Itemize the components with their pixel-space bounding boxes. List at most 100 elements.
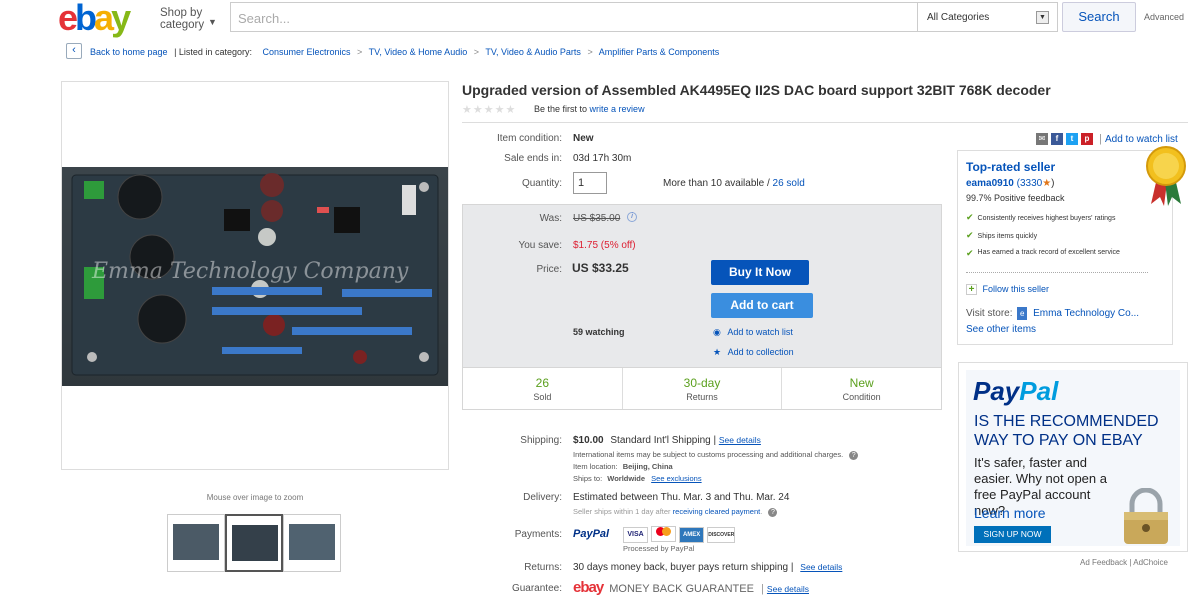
see-exclusions-link[interactable]: See exclusions [651,474,701,483]
quantity-input[interactable]: 1 [573,172,607,194]
availability-separator: / [766,178,770,189]
visit-store-label: Visit store: [966,308,1013,319]
search-input[interactable]: Search... [230,2,918,32]
location-value: Beijing, China [622,462,673,471]
stat-label: Sold [533,392,552,402]
location-label: Item location: [573,462,618,471]
was-price: US $35.00 [573,213,621,224]
check-icon: ✔ [966,212,974,222]
returns-row: 30 days money back, buyer pays return sh… [573,562,842,573]
star-icon: ★ [713,347,722,357]
padlock-icon [1124,488,1168,544]
advanced-search-link[interactable]: Advanced [1144,12,1184,22]
watching-count: 59 watching [573,327,625,337]
thumbnail-1[interactable] [167,514,225,572]
thumbnail-2[interactable] [225,514,283,572]
processed-by: Processed by PayPal [623,544,695,553]
seller-point: ✔ Consistently receives highest buyers' r… [966,212,1141,223]
stat-label: Condition [842,392,881,402]
delivery-estimate: Estimated between Thu. Mar. 3 and Thu. M… [573,492,790,503]
see-other-items-link[interactable]: See other items [966,324,1036,335]
stat-condition: New Condition [782,368,941,409]
condition-value: New [573,133,594,144]
payments-label: Payments: [514,529,562,540]
ships-to-value: Worldwide [607,474,646,483]
product-image[interactable]: Emma Technology Company [61,81,449,470]
paypal-ad[interactable]: PayPal IS THE RECOMMENDED WAY TO PAY ON … [958,362,1188,552]
twitter-icon[interactable]: t [1066,133,1078,146]
stat-sold: 26 Sold [463,368,623,409]
ships-to: Ships to: Worldwide See exclusions [573,474,702,483]
add-to-cart-button[interactable]: Add to cart [711,293,813,318]
seller-name-link[interactable]: eama0910 [966,178,1014,189]
pinterest-icon[interactable]: p [1081,133,1093,146]
ebay-logo[interactable]: ebay [58,0,154,36]
ends-label: Sale ends in: [504,153,562,164]
watch-list-row[interactable]: ◉ Add to watch list [713,327,793,338]
store-link[interactable]: Emma Technology Co... [1033,308,1139,319]
returns-label: Returns: [524,562,562,573]
info-icon[interactable]: i [627,212,637,222]
sign-up-button[interactable]: SIGN UP NOW [974,526,1051,543]
follow-seller-link[interactable]: Follow this seller [983,284,1050,294]
add-collection-link[interactable]: Add to collection [728,347,794,357]
be-first-text: Be the first to [534,104,588,114]
guarantee-see-details-link[interactable]: See details [767,584,809,594]
learn-more-link[interactable]: Learn more [974,505,1046,521]
current-price: US $33.25 [572,261,629,275]
ad-feedback-link[interactable]: Ad Feedback [1080,558,1127,567]
rating-stars-icon: ★★★★★ [462,104,517,116]
positive-feedback: 99.7% Positive feedback [966,193,1065,203]
category-select[interactable]: All Categories ▼ [918,2,1058,32]
chevron-down-icon: ▼ [208,17,217,27]
shipping-row: $10.00 Standard Int'l Shipping | See det… [573,435,761,446]
shop-by-category-button[interactable]: Shop by category ▼ [160,7,220,31]
available-text: More than 10 available [663,178,765,189]
customs-note: International items may be subject to cu… [573,450,859,460]
returns-see-details-link[interactable]: See details [800,562,842,572]
breadcrumb-item[interactable]: TV, Video & Audio Parts [485,47,581,57]
help-icon[interactable]: ? [849,450,859,460]
shipping-see-details-link[interactable]: See details [719,435,761,445]
thumbnail-3[interactable] [283,514,341,572]
stats-row: 26 Sold 30-day Returns New Condition [463,367,941,409]
help-icon[interactable]: ? [768,507,778,517]
item-location: Item location: Beijing, China [573,462,673,471]
breadcrumb-item[interactable]: Consumer Electronics [262,47,350,57]
breadcrumb-separator: > [587,47,593,57]
breadcrumb-item[interactable]: Amplifier Parts & Components [599,47,720,57]
returns-text: 30 days money back, buyer pays return sh… [573,562,794,573]
buy-it-now-button[interactable]: Buy It Now [711,260,809,285]
collection-row[interactable]: ★ Add to collection [713,347,794,358]
facebook-icon[interactable]: f [1051,133,1063,146]
sold-count-link[interactable]: 26 sold [773,178,805,189]
availability: More than 10 available / 26 sold [663,178,805,189]
search-button[interactable]: Search [1062,2,1136,32]
seller-point-text: Has earned a track record of excellent s… [977,249,1120,256]
ships-to-label: Ships to: [573,474,603,483]
add-watch-list-link[interactable]: Add to watch list [727,327,793,337]
write-review-link[interactable]: write a review [590,104,645,114]
amex-icon: AMEX [679,527,705,543]
breadcrumb-item[interactable]: TV, Video & Home Audio [369,47,468,57]
visit-store-row: Visit store: e Emma Technology Co... [966,307,1139,320]
delivery-note-text: Seller ships within 1 day after [573,507,671,516]
cleared-payment-link[interactable]: receiving cleared payment [673,507,761,516]
adchoice-link[interactable]: | AdChoice [1129,558,1168,567]
plus-icon: + [966,284,977,295]
back-to-home-link[interactable]: Back to home page [90,47,168,57]
follow-seller-row[interactable]: + Follow this seller [966,284,1049,295]
shipping-method: Standard Int'l Shipping | [610,435,717,446]
discover-icon: DISCOVER [707,527,736,543]
customs-note-text: International items may be subject to cu… [573,450,844,459]
seller-point-text: Consistently receives highest buyers' ra… [977,215,1116,222]
feedback-score-link[interactable]: (3330 [1017,178,1043,189]
ad-headline: IS THE RECOMMENDED WAY TO PAY ON EBAY [974,413,1159,449]
guarantee-text: MONEY BACK GUARANTEE [609,583,754,595]
price-label: Price: [536,264,562,275]
back-arrow-icon[interactable]: ‹ [66,43,82,59]
check-icon: ✔ [966,248,974,258]
ebay-small-logo: ebay [573,579,604,596]
delivery-label: Delivery: [523,492,562,503]
email-icon[interactable]: ✉ [1036,133,1048,146]
